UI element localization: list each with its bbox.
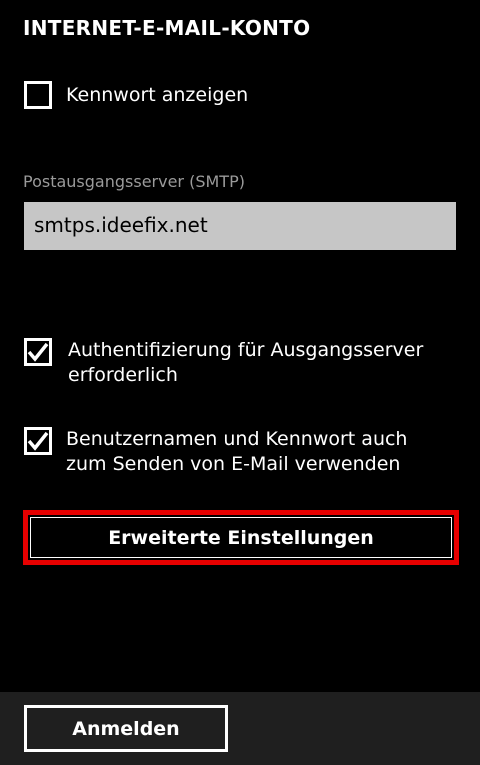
signin-label: Anmelden (72, 717, 180, 740)
smtp-field-label: Postausgangsserver (SMTP) (23, 172, 245, 191)
show-password-label: Kennwort anzeigen (66, 84, 249, 106)
auth-required-label-line2: erforderlich (68, 364, 178, 386)
smtp-server-input[interactable]: smtps.ideefix.net (24, 202, 456, 250)
auth-required-row[interactable]: Authentifizierung für Ausgangsserver erf… (24, 338, 423, 388)
app-bar: Anmelden (0, 692, 480, 765)
page-title: INTERNET-E-MAIL-KONTO (23, 16, 311, 40)
use-credentials-checkbox[interactable] (24, 427, 52, 455)
use-credentials-label: Benutzernamen und Kennwort auch zum Send… (66, 427, 407, 477)
checkmark-icon (27, 431, 49, 451)
show-password-row[interactable]: Kennwort anzeigen (24, 81, 248, 109)
use-credentials-label-line1: Benutzernamen und Kennwort auch (66, 428, 408, 450)
auth-required-label: Authentifizierung für Ausgangsserver erf… (68, 338, 423, 388)
checkmark-icon (27, 342, 49, 362)
advanced-settings-label: Erweiterte Einstellungen (108, 526, 374, 549)
use-credentials-row[interactable]: Benutzernamen und Kennwort auch zum Send… (24, 427, 407, 477)
signin-button[interactable]: Anmelden (24, 705, 228, 752)
auth-required-label-line1: Authentifizierung für Ausgangsserver (68, 339, 424, 361)
auth-required-checkbox[interactable] (24, 338, 52, 366)
use-credentials-label-line2: zum Senden von E-Mail verwenden (66, 453, 401, 475)
advanced-settings-button[interactable]: Erweiterte Einstellungen (23, 510, 459, 565)
show-password-checkbox[interactable] (24, 81, 52, 109)
